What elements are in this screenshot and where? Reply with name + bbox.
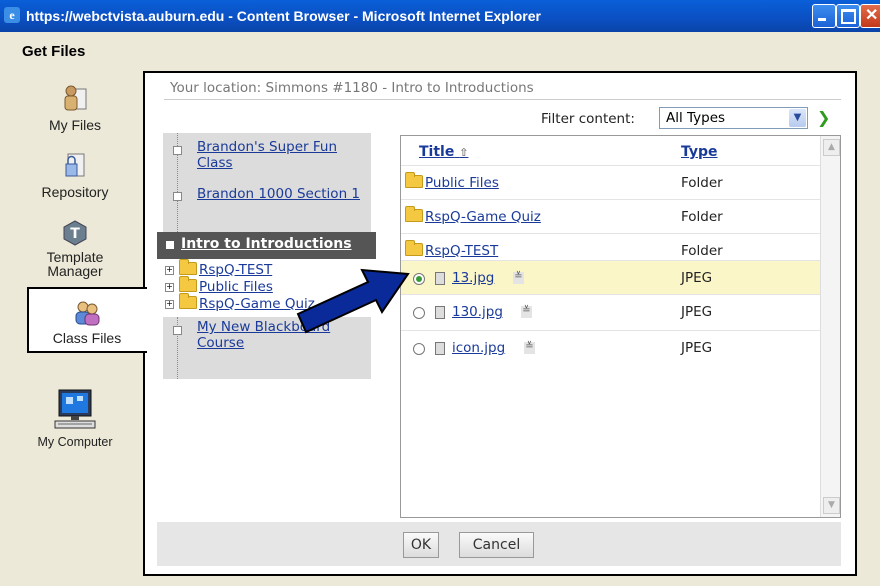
tree-course-brandon-fun[interactable]: Brandon's Super Fun Class — [197, 139, 362, 171]
folder-link[interactable]: RspQ-TEST — [425, 243, 498, 259]
nav-my-computer[interactable]: My Computer — [20, 387, 130, 449]
list-item[interactable]: RspQ-Game Quiz Folder — [401, 199, 820, 234]
list-item[interactable]: icon.jpg ≚ JPEG — [401, 330, 820, 365]
window-title: https://webctvista.auburn.edu - Content … — [26, 8, 541, 24]
file-icon — [435, 342, 445, 355]
folder-icon — [405, 206, 423, 222]
tree-node-box — [173, 192, 182, 201]
list-header: Title ⇧ Type — [401, 136, 820, 166]
item-type: JPEG — [681, 304, 713, 320]
tree-folder-public-files[interactable]: Public Files — [179, 276, 273, 295]
nav-template-manager[interactable]: T Template Manager — [20, 220, 130, 278]
file-list: Title ⇧ Type Public Files Folder RspQ-Ga… — [400, 135, 841, 518]
expand-icon[interactable]: + — [165, 266, 174, 275]
nav-repository[interactable]: Repository — [20, 150, 130, 200]
title-bar: e https://webctvista.auburn.edu - Conten… — [0, 0, 880, 32]
file-link[interactable]: 130.jpg — [452, 304, 503, 320]
column-title-label: Title — [419, 144, 455, 160]
file-icon — [435, 272, 445, 285]
folder-icon — [179, 259, 197, 275]
folder-link[interactable]: RspQ-Game Quiz — [425, 209, 541, 225]
maximize-button[interactable] — [836, 4, 860, 28]
nav-label-class-files: Class Files — [52, 330, 122, 346]
expand-icon[interactable]: + — [165, 300, 174, 309]
folder-icon — [179, 276, 197, 292]
tree-course-brandon-1000[interactable]: Brandon 1000 Section 1 — [197, 186, 367, 202]
my-files-icon — [64, 85, 87, 111]
page-title: Get Files — [22, 43, 86, 60]
close-icon: ✕ — [865, 7, 879, 24]
tree-folder-rspq-test[interactable]: RspQ-TEST — [179, 259, 272, 278]
go-arrow-icon[interactable]: ❯ — [817, 108, 830, 127]
tree-node-box — [166, 241, 174, 249]
folder-name: RspQ-Game Quiz — [405, 206, 541, 225]
nav-label-template-manager: Template Manager — [46, 249, 104, 279]
divider — [164, 99, 841, 100]
select-radio[interactable] — [413, 343, 425, 355]
filter-select-value: All Types — [666, 110, 726, 126]
nav-class-files[interactable]: Class Files — [28, 300, 146, 346]
close-button[interactable]: ✕ — [860, 4, 880, 28]
location-breadcrumb: Your location: Simmons #1180 - Intro to … — [170, 80, 534, 96]
folder-icon — [179, 293, 197, 309]
selected-course-label: Intro to Introductions — [181, 236, 352, 252]
properties-icon[interactable]: ≚ — [521, 306, 532, 318]
svg-text:T: T — [70, 226, 80, 242]
cancel-button[interactable]: Cancel — [459, 532, 534, 558]
folder-link[interactable]: Public Files — [199, 279, 273, 295]
scrollbar[interactable]: ▲ ▼ — [820, 136, 840, 517]
filter-select[interactable]: All Types ▼ — [659, 107, 808, 129]
properties-icon[interactable]: ≚ — [513, 272, 524, 284]
nav-label-my-files: My Files — [48, 117, 102, 133]
ok-button[interactable]: OK — [403, 532, 439, 558]
file-link[interactable]: icon.jpg — [452, 340, 505, 356]
nav-label-repository: Repository — [41, 184, 109, 200]
folder-icon — [405, 172, 423, 188]
template-manager-icon: T — [63, 220, 87, 246]
item-type: Folder — [681, 175, 723, 191]
folder-link[interactable]: RspQ-TEST — [199, 262, 272, 278]
tree-node-box — [173, 326, 182, 335]
file-link[interactable]: 13.jpg — [452, 270, 494, 286]
minimize-button[interactable] — [812, 4, 836, 28]
item-type: JPEG — [681, 340, 713, 356]
repository-icon — [65, 153, 85, 177]
class-files-icon — [75, 301, 100, 326]
scroll-up-icon[interactable]: ▲ — [823, 139, 840, 156]
nav-my-files[interactable]: My Files — [20, 83, 130, 133]
item-type: Folder — [681, 243, 723, 259]
scroll-down-icon[interactable]: ▼ — [823, 497, 840, 514]
chevron-down-icon[interactable]: ▼ — [789, 109, 806, 127]
sort-asc-icon: ⇧ — [459, 146, 469, 159]
course-link[interactable]: Brandon 1000 Section 1 — [197, 186, 360, 202]
column-type[interactable]: Type — [681, 144, 718, 160]
nav-label-my-computer: My Computer — [37, 435, 113, 449]
folder-name: Public Files — [405, 172, 499, 191]
list-item[interactable]: 13.jpg ≚ JPEG — [401, 260, 820, 295]
column-title[interactable]: Title ⇧ — [419, 144, 468, 160]
file-icon — [435, 306, 445, 319]
my-computer-icon — [54, 389, 96, 429]
item-type: Folder — [681, 209, 723, 225]
list-item[interactable]: Public Files Folder — [401, 165, 820, 200]
course-link[interactable]: Brandon's Super Fun Class — [197, 139, 337, 171]
item-type: JPEG — [681, 270, 713, 286]
properties-icon[interactable]: ≚ — [524, 342, 535, 354]
filter-label: Filter content: — [541, 111, 635, 127]
list-item[interactable]: 130.jpg ≚ JPEG — [401, 294, 820, 329]
ie-icon: e — [4, 7, 20, 23]
folder-link[interactable]: Public Files — [425, 175, 499, 191]
annotation-arrow-icon — [296, 268, 410, 334]
tree-node-box — [173, 146, 182, 155]
expand-icon[interactable]: + — [165, 283, 174, 292]
